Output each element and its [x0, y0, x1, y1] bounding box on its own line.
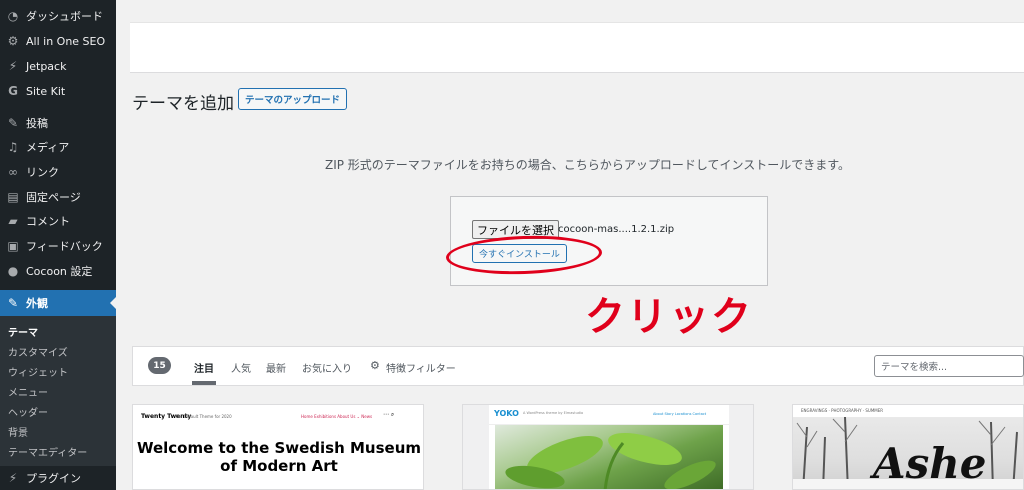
sitekit-icon: G [8, 84, 18, 98]
theme-headline: Welcome to the Swedish Museum of Modern … [136, 439, 422, 475]
tab-latest[interactable]: 最新 [266, 360, 286, 375]
sidebar-item-links[interactable]: ∞ リンク [0, 160, 116, 184]
cocoon-icon: ● [7, 264, 19, 278]
upload-description: ZIP 形式のテーマファイルをお持ちの場合、こちらからアップロードしてインストー… [325, 158, 851, 172]
theme-header: YOKO A WordPress theme by Elmastudio Abo… [489, 405, 729, 425]
theme-nav: Home Exhibitions About Us ⌄ News [301, 414, 373, 419]
sidebar-item-comments[interactable]: ▰ コメント [0, 209, 116, 233]
theme-logo: Ashe [873, 439, 987, 488]
plugin-icon: ⚡ [8, 471, 18, 485]
theme-tagline: A WordPress theme by Elmastudio [523, 411, 584, 415]
tab-featured[interactable]: 注目 [194, 360, 214, 375]
theme-search-input[interactable]: テーマを検索... [874, 355, 1024, 377]
brush-icon: ✎ [7, 296, 19, 310]
theme-logo: YOKO [494, 409, 519, 418]
sidebar-item-feedback[interactable]: ▣ フィードバック [0, 234, 116, 258]
submenu-item-header[interactable]: ヘッダー [8, 404, 48, 419]
gear-icon[interactable]: ⚙ [370, 359, 380, 372]
snowy-park-photo: Ashe [793, 417, 1023, 489]
sidebar-item-media[interactable]: ♫ メディア [0, 135, 116, 159]
theme-count-badge: 15 [148, 357, 171, 374]
sidebar-item-sitekit[interactable]: G Site Kit [0, 79, 116, 103]
sidebar-item-pages[interactable]: ▤ 固定ページ [0, 185, 116, 209]
comment-icon: ▰ [8, 214, 18, 228]
page-title: テーマを追加 [132, 94, 234, 114]
feedback-icon: ▣ [7, 239, 19, 253]
gear-icon: ⚙ [7, 34, 19, 48]
sidebar-item-dashboard[interactable]: ◔ ダッシュボード [0, 4, 116, 28]
sidebar-item-plugins[interactable]: ⚡ プラグイン [0, 466, 116, 490]
current-tab-indicator [192, 381, 216, 385]
submenu-item-themes[interactable]: テーマ [8, 324, 38, 339]
link-icon: ∞ [8, 165, 18, 179]
submenu-item-menus[interactable]: メニュー [8, 384, 48, 399]
pushpin-icon: ✎ [7, 116, 19, 130]
tab-favorites[interactable]: お気に入り [302, 360, 352, 375]
jetpack-icon: ⚡ [8, 59, 18, 73]
submenu-item-background[interactable]: 背景 [8, 424, 28, 439]
theme-card-ashe[interactable]: ENGRAVINGS · PHOTOGRAPHY · SUMMER Ashe [792, 404, 1024, 490]
feature-filter-link[interactable]: 特徴フィルター [386, 360, 456, 375]
theme-nav: ENGRAVINGS · PHOTOGRAPHY · SUMMER [801, 408, 884, 413]
theme-card-yoko[interactable]: YOKO A WordPress theme by Elmastudio Abo… [462, 404, 754, 490]
submenu-item-theme-editor[interactable]: テーマエディター [8, 444, 87, 459]
selected-file-name: cocoon-mas....1.2.1.zip [558, 224, 675, 235]
theme-nav: About Story Locations Contact [653, 412, 707, 416]
dashboard-icon: ◔ [7, 9, 19, 23]
theme-card-twenty-twenty[interactable]: Twenty Twenty The Default Theme for 2020… [132, 404, 424, 490]
theme-preview: YOKO A WordPress theme by Elmastudio Abo… [489, 405, 729, 489]
sidebar-item-appearance[interactable]: ✎ 外観 [0, 290, 116, 316]
sidebar-item-jetpack[interactable]: ⚡ Jetpack [0, 54, 116, 78]
click-annotation: クリック [585, 294, 753, 340]
leaf-photo [495, 425, 723, 489]
theme-tagline: The Default Theme for 2020 [175, 414, 232, 419]
active-arrow [110, 297, 116, 309]
upload-theme-button[interactable]: テーマのアップロード [238, 88, 348, 110]
submenu-item-widgets[interactable]: ウィジェット [8, 364, 68, 379]
media-icon: ♫ [7, 140, 19, 154]
menu-search-icon: ⋯ ⌕ [383, 411, 395, 418]
appearance-submenu: テーマ カスタマイズ ウィジェット メニュー ヘッダー 背景 テーマエディター [0, 316, 116, 466]
tab-popular[interactable]: 人気 [231, 360, 251, 375]
sidebar-item-cocoon[interactable]: ● Cocoon 設定 [0, 259, 116, 283]
sidebar-item-aioseo[interactable]: ⚙ All in One SEO [0, 29, 116, 53]
notice-area [130, 22, 1024, 73]
submenu-item-customize[interactable]: カスタマイズ [8, 344, 68, 359]
admin-sidebar: ◔ ダッシュボード ⚙ All in One SEO ⚡ Jetpack G S… [0, 0, 116, 490]
sidebar-item-posts[interactable]: ✎ 投稿 [0, 111, 116, 135]
page-icon: ▤ [7, 190, 19, 204]
